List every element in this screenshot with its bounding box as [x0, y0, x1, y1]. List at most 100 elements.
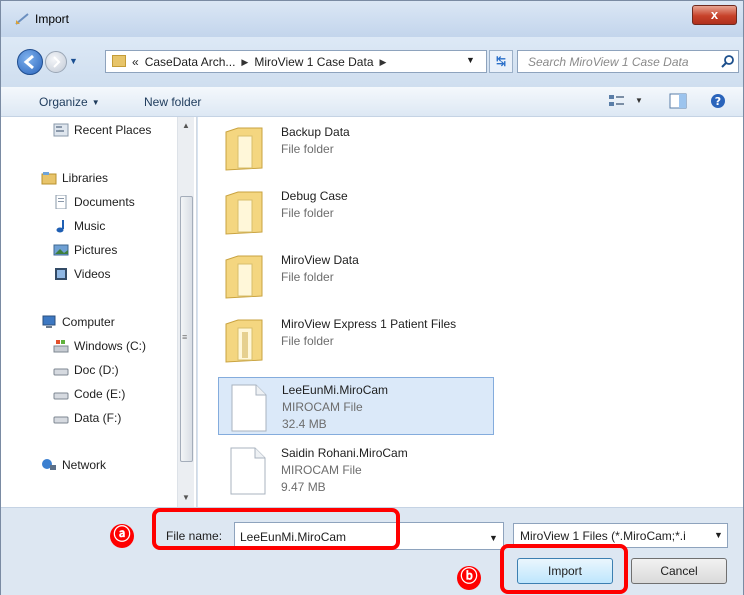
chevron-down-icon: ▼ — [91, 97, 100, 107]
pictures-icon — [53, 244, 69, 256]
file-type: File folder — [281, 270, 334, 284]
sidebar-item-computer[interactable]: Computer — [41, 315, 115, 329]
file-size: 32.4 MB — [282, 417, 327, 431]
forward-button[interactable] — [45, 51, 67, 73]
dialog-footer: File name: LeeEunMi.MiroCam ▼ MiroView 1… — [1, 507, 743, 595]
file-name: MiroView Express 1 Patient Files — [281, 317, 457, 331]
breadcrumb-item[interactable]: MiroView 1 Case Data — [254, 55, 373, 69]
documents-icon — [55, 195, 67, 209]
sidebar-item-pictures[interactable]: Pictures — [53, 243, 117, 257]
sidebar-item-label: Music — [74, 219, 106, 233]
file-type: MIROCAM File — [281, 463, 362, 477]
drive-icon — [53, 416, 69, 424]
address-dropdown-icon[interactable]: ▼ — [466, 55, 475, 65]
folder-icon — [225, 127, 263, 171]
sidebar-item-recent-places[interactable]: Recent Places — [53, 123, 151, 137]
close-button[interactable]: x — [692, 5, 737, 25]
search-icon[interactable] — [721, 54, 735, 68]
folder-icon — [225, 319, 263, 363]
grip-icon: ≡ — [182, 332, 188, 342]
scroll-up-icon[interactable]: ▲ — [182, 121, 190, 130]
network-icon — [42, 459, 56, 470]
file-name-dropdown-icon[interactable]: ▼ — [489, 533, 498, 543]
import-dialog: Import x ▼ « CaseData Arch... ▶ MiroView… — [0, 0, 744, 595]
sidebar-item-documents[interactable]: Documents — [53, 195, 135, 209]
organize-menu[interactable]: Organize ▼ — [39, 95, 100, 109]
sidebar-item-label: Documents — [74, 195, 135, 209]
history-dropdown-icon[interactable]: ▼ — [69, 56, 79, 66]
sidebar-item-data-f[interactable]: Data (F:) — [53, 411, 121, 425]
videos-icon — [55, 268, 67, 280]
sidebar-item-network[interactable]: Network — [41, 458, 106, 472]
refresh-icon: ↹ — [495, 54, 507, 68]
folder-icon — [225, 255, 263, 299]
sidebar-scrollbar[interactable]: ▲ ≡ ▼ — [177, 117, 194, 507]
forward-arrow-icon — [53, 56, 61, 68]
computer-icon — [42, 315, 56, 328]
folder-icon — [225, 191, 263, 235]
sidebar-item-label: Recent Places — [74, 123, 152, 137]
drive-icon — [53, 392, 69, 400]
file-type: MIROCAM File — [282, 400, 363, 414]
annotation-box-b — [500, 544, 628, 594]
file-name: Debug Case — [281, 189, 348, 203]
list-item[interactable]: MiroView Data File folder — [218, 248, 494, 306]
breadcrumb-lead[interactable]: « — [132, 55, 139, 69]
back-arrow-icon — [23, 54, 34, 70]
sidebar-item-doc-d[interactable]: Doc (D:) — [53, 363, 119, 377]
help-icon[interactable]: ? — [709, 93, 727, 109]
sidebar-item-windows-c[interactable]: Windows (C:) — [53, 339, 146, 353]
chevron-right-icon[interactable]: ▶ — [380, 57, 387, 68]
preview-pane-icon[interactable] — [669, 93, 687, 109]
list-item-selected[interactable]: LeeEunMi.MiroCam MIROCAM File 32.4 MB — [218, 377, 494, 435]
file-type: File folder — [281, 206, 334, 220]
sidebar-item-label: Network — [62, 458, 107, 472]
back-button[interactable] — [17, 49, 43, 75]
svg-text:?: ? — [715, 95, 721, 108]
chevron-right-icon[interactable]: ▶ — [241, 57, 248, 68]
title-bar: Import x — [1, 1, 743, 37]
scroll-down-icon[interactable]: ▼ — [182, 493, 190, 502]
file-type: File folder — [281, 334, 334, 348]
cancel-button[interactable]: Cancel — [631, 558, 727, 584]
refresh-button[interactable]: ↹ — [489, 50, 513, 73]
annotation-box-a — [152, 508, 400, 550]
navigation-bar: ▼ « CaseData Arch... ▶ MiroView 1 Case D… — [1, 37, 743, 87]
sidebar-item-label: Libraries — [62, 171, 109, 185]
file-list: Backup Data File folder Debug Case File … — [198, 117, 743, 507]
sidebar-item-music[interactable]: Music — [53, 219, 105, 233]
new-folder-button[interactable]: New folder — [144, 95, 201, 109]
file-name: Saidin Rohani.MiroCam — [281, 446, 408, 460]
drive-icon — [53, 368, 69, 376]
file-icon — [231, 384, 267, 432]
sidebar-item-libraries[interactable]: Libraries — [41, 171, 108, 185]
chevron-down-icon[interactable]: ▼ — [714, 530, 723, 540]
organize-label: Organize — [39, 95, 88, 109]
annotation-badge-b: ⓑ — [457, 566, 481, 590]
breadcrumb-item[interactable]: CaseData Arch... — [145, 55, 236, 69]
sidebar-item-label: Videos — [74, 267, 111, 281]
address-bar[interactable]: « CaseData Arch... ▶ MiroView 1 Case Dat… — [105, 50, 487, 73]
file-name: Backup Data — [281, 125, 350, 139]
search-field[interactable]: Search MiroView 1 Case Data — [517, 50, 739, 73]
scrollbar-thumb[interactable] — [180, 196, 193, 462]
view-dropdown-icon[interactable]: ▼ — [635, 96, 643, 105]
command-toolbar: Organize ▼ New folder ▼ ? — [1, 87, 743, 117]
sidebar-item-label: Computer — [62, 315, 115, 329]
list-item[interactable]: MiroView Express 1 Patient Files File fo… — [218, 312, 494, 370]
file-type: File folder — [281, 142, 334, 156]
sidebar-item-label: Data (F:) — [74, 411, 122, 425]
list-item[interactable]: Backup Data File folder — [218, 120, 494, 178]
recent-places-icon — [53, 123, 69, 137]
list-item[interactable]: Saidin Rohani.MiroCam MIROCAM File 9.47 … — [218, 441, 494, 499]
list-item[interactable]: Debug Case File folder — [218, 184, 494, 242]
file-name: MiroView Data — [281, 253, 359, 267]
view-options-icon[interactable] — [608, 93, 626, 109]
music-icon — [56, 220, 64, 233]
sidebar-item-label: Code (E:) — [74, 387, 126, 401]
sidebar-item-code-e[interactable]: Code (E:) — [53, 387, 125, 401]
file-name: LeeEunMi.MiroCam — [282, 383, 389, 397]
folder-icon — [112, 55, 126, 67]
sidebar-item-videos[interactable]: Videos — [53, 267, 110, 281]
sidebar-item-label: Doc (D:) — [74, 363, 119, 377]
